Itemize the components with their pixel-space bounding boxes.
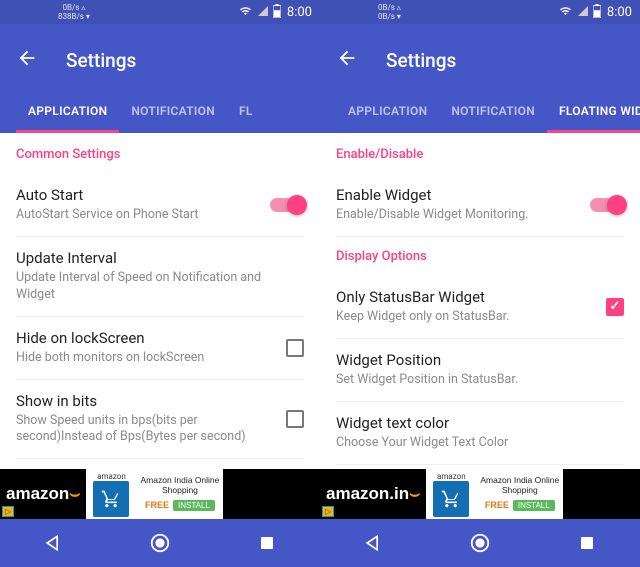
signal-icon	[577, 5, 589, 20]
page-title: Settings	[386, 49, 456, 72]
navbar	[0, 519, 320, 567]
status-icons: 8:00	[558, 4, 632, 21]
checkbox-hide-lockscreen[interactable]	[286, 339, 304, 357]
row-widget-position[interactable]: Widget Position Set Widget Position in S…	[336, 339, 624, 402]
row-title: Widget Position	[336, 351, 590, 369]
checkbox-only-statusbar[interactable]	[606, 298, 624, 316]
nav-recent[interactable]	[574, 530, 600, 556]
status-icons: 8:00	[238, 4, 312, 21]
row-sub: Enable/Disable Widget Monitoring.	[336, 207, 590, 224]
nav-recent[interactable]	[254, 530, 280, 556]
row-show-bits[interactable]: Show in bits Show Speed units in bps(bit…	[16, 380, 304, 460]
row-widget-text-color[interactable]: Widget text color Choose Your Widget Tex…	[336, 402, 624, 465]
tab-application[interactable]: APPLICATION	[336, 90, 439, 133]
row-enable-widget[interactable]: Enable Widget Enable/Disable Widget Moni…	[336, 174, 624, 237]
row-sub: Choose Your Widget Text Color	[336, 435, 590, 452]
battery-icon	[273, 4, 281, 21]
statusbar: 0B/s ▵ 0B/s ▾ 8:00	[320, 0, 640, 24]
back-icon[interactable]	[336, 47, 358, 73]
cart-icon	[433, 481, 469, 517]
tab-notification[interactable]: NOTIFICATION	[119, 90, 227, 133]
tab-floating-widget-truncated[interactable]: FL	[227, 90, 255, 133]
ad-banner-text: Amazon India Online Shopping FREEINSTALL	[476, 469, 563, 519]
nav-back[interactable]	[40, 530, 66, 556]
switch-enable-widget[interactable]	[590, 198, 624, 212]
row-hide-lockscreen[interactable]: Hide on lockScreen Hide both monitors on…	[16, 317, 304, 380]
install-button[interactable]: INSTALL	[173, 500, 215, 511]
row-title: Show in bits	[16, 392, 270, 410]
section-common-settings: Common Settings	[16, 147, 304, 162]
appbar: Settings APPLICATION NOTIFICATION FL	[0, 24, 320, 133]
row-sub: Update Interval of Speed on Notification…	[16, 270, 270, 304]
ad-banner[interactable]: amazon.in⌣ amazon Amazon India Online Sh…	[320, 469, 640, 519]
wifi-icon	[238, 5, 253, 20]
cart-icon	[93, 481, 129, 517]
row-title: Hide on lockScreen	[16, 329, 270, 347]
speed-indicator: 0B/s ▵ 838B/s ▾	[58, 3, 90, 21]
switch-auto-start[interactable]	[270, 198, 304, 212]
row-only-statusbar[interactable]: Only StatusBar Widget Keep Widget only o…	[336, 276, 624, 339]
tab-notification[interactable]: NOTIFICATION	[439, 90, 547, 133]
row-sub: Show Speed units in bps(bits per second)…	[16, 413, 270, 447]
speed-down: 838B/s ▾	[58, 12, 90, 21]
row-sub: Hide both monitors on lockScreen	[16, 350, 270, 367]
screen-left: 0B/s ▵ 838B/s ▾ 8:00 Settings APPLICATIO…	[0, 0, 320, 567]
amazon-logo-left: amazon⌣	[6, 484, 80, 504]
tab-application[interactable]: APPLICATION	[16, 90, 119, 133]
speed-up: 0B/s ▵	[378, 3, 401, 12]
adchoices-icon[interactable]: ▷	[322, 506, 334, 517]
row-sub: AutoStart Service on Phone Start	[16, 207, 270, 224]
row-title: Enable Widget	[336, 186, 590, 204]
nav-home[interactable]	[467, 530, 493, 556]
ad-banner-text: Amazon India Online Shopping FREEINSTALL	[136, 469, 223, 519]
section-enable-disable: Enable/Disable	[336, 147, 624, 162]
tabs: APPLICATION NOTIFICATION FL	[16, 90, 304, 133]
appbar: Settings APPLICATION NOTIFICATION FLOATI…	[320, 24, 640, 133]
nav-home[interactable]	[147, 530, 173, 556]
row-update-interval[interactable]: Update Interval Update Interval of Speed…	[16, 237, 304, 317]
battery-icon	[593, 4, 601, 21]
row-sub: Keep Widget only on StatusBar.	[336, 309, 590, 326]
back-icon[interactable]	[16, 47, 38, 73]
signal-icon	[257, 5, 269, 20]
install-button[interactable]: INSTALL	[513, 500, 555, 511]
page-title: Settings	[66, 49, 136, 72]
row-auto-start[interactable]: Auto Start AutoStart Service on Phone St…	[16, 174, 304, 237]
ad-label: amazon	[97, 472, 126, 481]
speed-up: 0B/s ▵	[62, 3, 85, 12]
row-title: Update Interval	[16, 249, 270, 267]
nav-back[interactable]	[360, 530, 386, 556]
navbar	[320, 519, 640, 567]
row-title: Widget text color	[336, 414, 590, 432]
adchoices-icon[interactable]: ▷	[2, 506, 14, 517]
checkbox-show-bits[interactable]	[286, 410, 304, 428]
amazon-logo-right: amazon.in⌣	[326, 484, 420, 504]
tab-floating-widget[interactable]: FLOATING WIDGET	[547, 90, 640, 133]
section-display-options: Display Options	[336, 249, 624, 264]
speed-indicator: 0B/s ▵ 0B/s ▾	[378, 3, 401, 21]
speed-down: 0B/s ▾	[378, 12, 401, 21]
tabs: APPLICATION NOTIFICATION FLOATING WIDGET	[336, 90, 624, 133]
clock: 8:00	[287, 5, 312, 20]
row-title: Auto Start	[16, 186, 270, 204]
clock: 8:00	[607, 5, 632, 20]
ad-banner[interactable]: amazon⌣ amazon Amazon India Online Shopp…	[0, 469, 320, 519]
row-sub: Set Widget Position in StatusBar.	[336, 372, 590, 389]
wifi-icon	[558, 5, 573, 20]
row-title: Only StatusBar Widget	[336, 288, 590, 306]
screen-right: 0B/s ▵ 0B/s ▾ 8:00 Settings APPLICATION …	[320, 0, 640, 567]
statusbar: 0B/s ▵ 838B/s ▾ 8:00	[0, 0, 320, 24]
ad-label: amazon	[437, 472, 466, 481]
